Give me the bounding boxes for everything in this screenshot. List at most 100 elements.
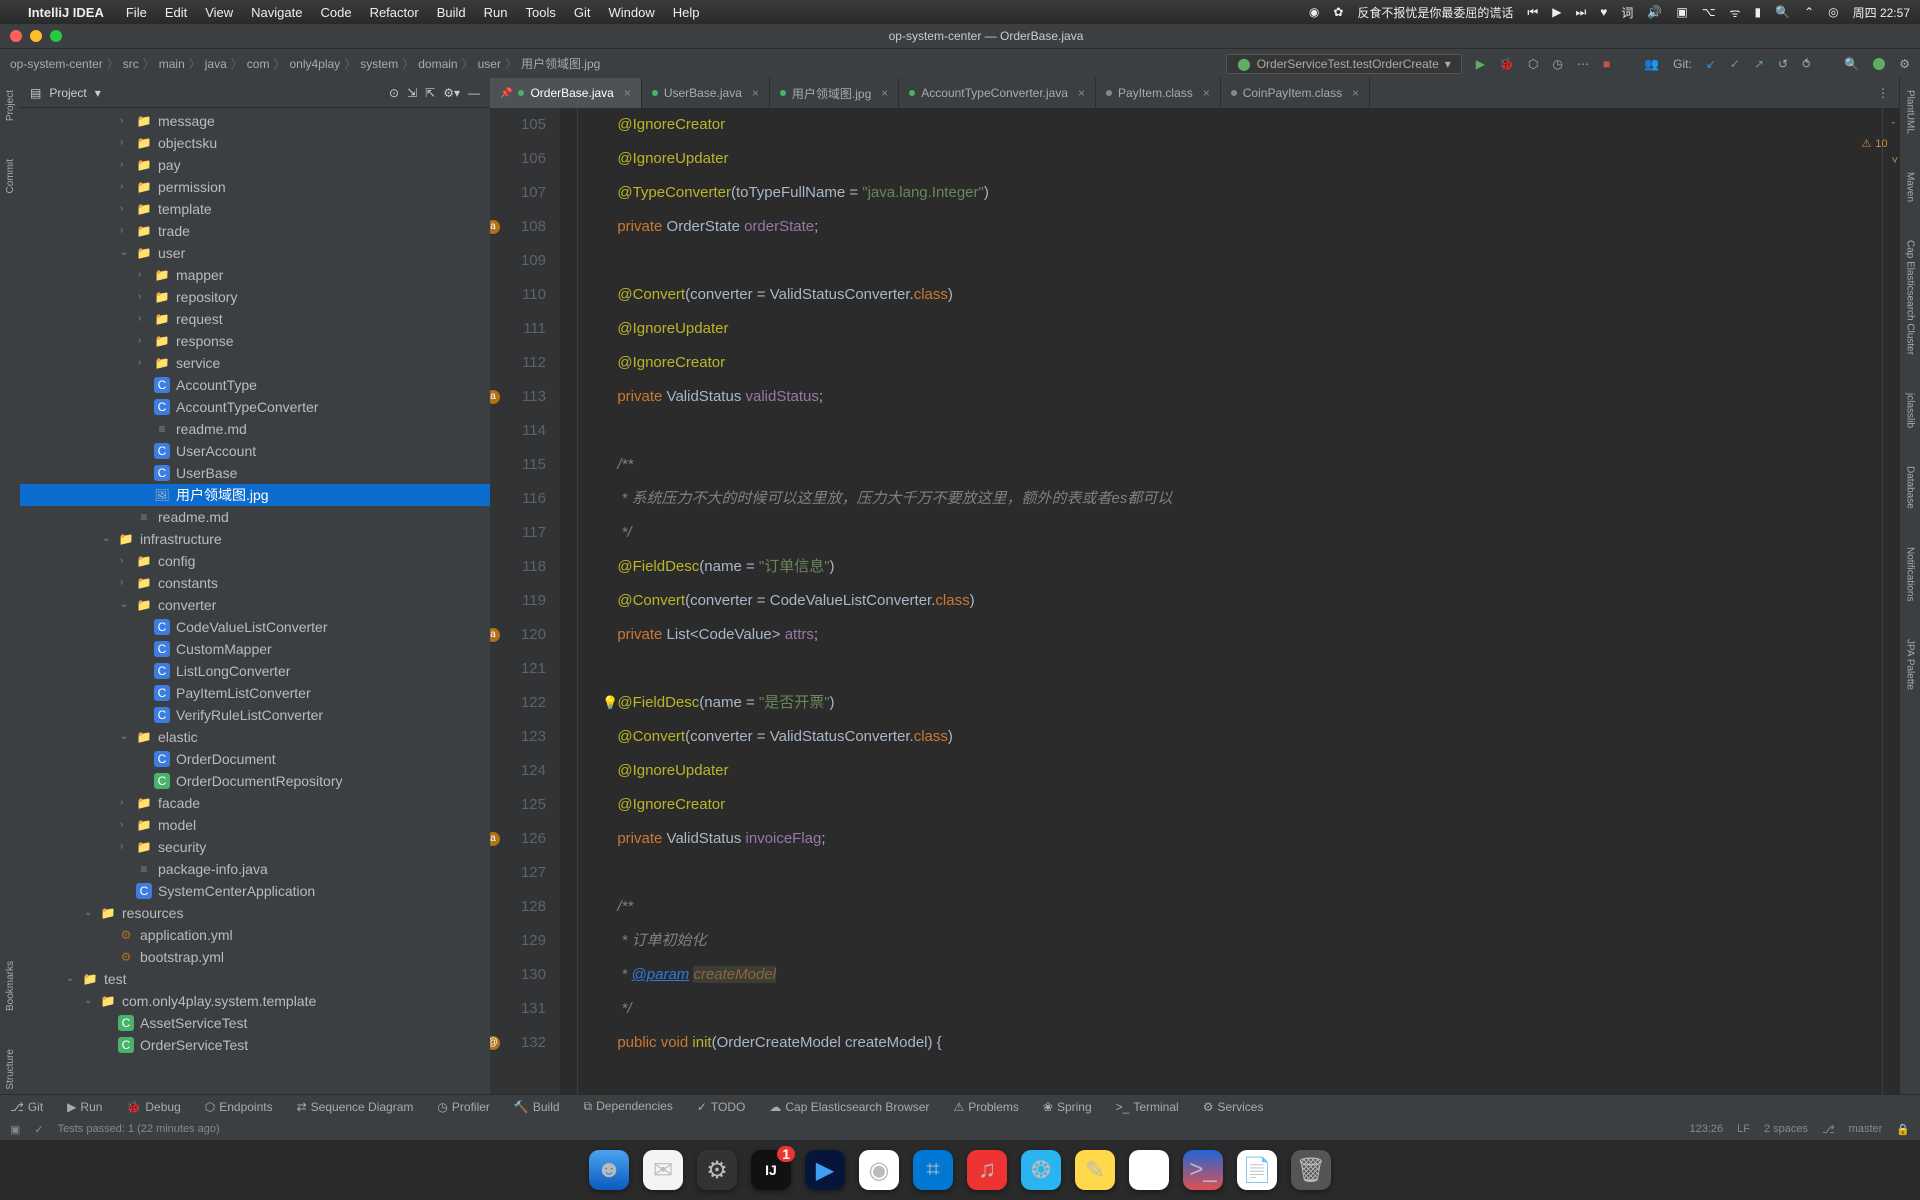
tree-row[interactable]: C SystemCenterApplication [20, 880, 490, 902]
bottom-tool-endpoints[interactable]: ⬡Endpoints [205, 1100, 273, 1114]
tree-row[interactable]: C OrderDocument [20, 748, 490, 770]
line-number[interactable]: 115 [490, 448, 546, 482]
code-line[interactable]: /** [584, 448, 1882, 482]
more-run-icon[interactable]: ⋯ [1577, 57, 1589, 71]
tree-row[interactable]: 🖼 用户领域图.jpg [20, 484, 490, 506]
bottom-tool-profiler[interactable]: ◷Profiler [437, 1100, 490, 1114]
line-separator[interactable]: LF [1737, 1123, 1750, 1135]
line-number[interactable]: a126 [490, 822, 546, 856]
tool-window-toggle-icon[interactable]: ▣ [10, 1123, 20, 1136]
tree-row[interactable]: › 📁 config [20, 550, 490, 572]
bottom-tool-services[interactable]: ⚙Services [1203, 1100, 1264, 1114]
code-line[interactable]: * @param createModel [584, 958, 1882, 992]
rollback-icon[interactable]: ⥀ [1802, 57, 1810, 71]
tree-row[interactable]: ⌄ 📁 user [20, 242, 490, 264]
tree-row[interactable]: › 📁 repository [20, 286, 490, 308]
tree-row[interactable]: › 📁 model [20, 814, 490, 836]
tree-arrow-icon[interactable]: › [138, 286, 148, 308]
gutter-badge-icon[interactable]: a [490, 220, 500, 234]
code-line[interactable]: private ValidStatus invoiceFlag; [584, 822, 1882, 856]
tree-row[interactable]: › 📁 constants [20, 572, 490, 594]
bottom-tool-todo[interactable]: ✓TODO [697, 1100, 746, 1114]
git-branch-icon[interactable]: ⎇ [1822, 1123, 1835, 1136]
search-everywhere-icon[interactable]: 🔍 [1844, 57, 1859, 71]
settings-icon[interactable]: ⚙ [1899, 57, 1910, 71]
tree-arrow-icon[interactable]: › [120, 110, 130, 132]
bottom-tool-spring[interactable]: ❀Spring [1043, 1100, 1092, 1114]
close-tab-icon[interactable]: × [1078, 86, 1085, 100]
tree-row[interactable]: C PayItemListConverter [20, 682, 490, 704]
close-tab-icon[interactable]: × [1203, 86, 1210, 100]
code-line[interactable]: @IgnoreUpdater [584, 754, 1882, 788]
tree-arrow-icon[interactable]: ⌄ [120, 726, 130, 748]
code-line[interactable]: public void init(OrderCreateModel create… [584, 1026, 1882, 1060]
code-line[interactable]: @Convert(converter = CodeValueListConver… [584, 584, 1882, 618]
project-settings-icon[interactable]: ⚙▾ [443, 86, 460, 100]
tree-arrow-icon[interactable]: › [120, 198, 130, 220]
code-editor[interactable]: @IgnoreCreator @IgnoreUpdater @TypeConve… [578, 108, 1882, 1094]
dock-app-note[interactable]: ✎ [1075, 1150, 1115, 1190]
code-line[interactable]: private ValidStatus validStatus; [584, 380, 1882, 414]
code-line[interactable]: @IgnoreCreator [584, 788, 1882, 822]
line-number[interactable]: 110 [490, 278, 546, 312]
maven-tool-button[interactable]: Maven [1905, 168, 1916, 206]
tree-row[interactable]: C CustomMapper [20, 638, 490, 660]
siri-icon[interactable]: ◎ [1828, 5, 1838, 19]
debug-button[interactable]: 🐞 [1499, 57, 1514, 71]
code-line[interactable]: * 订单初始化 [584, 924, 1882, 958]
cap-es-cluster-tool-button[interactable]: Cap Elasticsearch Cluster [1905, 236, 1916, 359]
line-number[interactable]: 122 [490, 686, 546, 720]
bookmarks-tool-button[interactable]: Bookmarks [5, 957, 16, 1015]
battery-icon[interactable]: ▮ [1755, 5, 1762, 19]
tab-dropdown-icon[interactable]: ⋮ [1867, 78, 1900, 108]
code-line[interactable]: private List<CodeValue> attrs; [584, 618, 1882, 652]
prev-icon[interactable]: ⏮ [1527, 5, 1538, 20]
tree-arrow-icon[interactable]: › [120, 814, 130, 836]
gutter-badge-icon[interactable]: a [490, 628, 500, 642]
code-line[interactable] [584, 244, 1882, 278]
bottom-tool-build[interactable]: 🔨Build [514, 1100, 560, 1114]
tree-row[interactable]: ⌄ 📁 com.only4play.system.template [20, 990, 490, 1012]
line-number[interactable]: 105 [490, 108, 546, 142]
line-number[interactable]: 127 [490, 856, 546, 890]
tree-arrow-icon[interactable]: ⌄ [84, 902, 94, 924]
tray-icon-2[interactable]: ⌥ [1702, 5, 1716, 19]
tree-arrow-icon[interactable]: ⌄ [84, 990, 94, 1012]
lyric-icon[interactable]: 词 [1621, 4, 1633, 21]
line-number[interactable]: 130 [490, 958, 546, 992]
notifications-tool-button[interactable]: Notifications [1905, 543, 1916, 605]
app-name[interactable]: IntelliJ IDEA [28, 5, 104, 20]
menu-tools[interactable]: Tools [525, 5, 555, 20]
dock-app-music[interactable]: ♫ [967, 1150, 1007, 1190]
breadcrumb-segment[interactable]: domain [418, 57, 457, 71]
bottom-tool-sequence diagram[interactable]: ⇄Sequence Diagram [297, 1100, 414, 1114]
project-tree[interactable]: › 📁 message › 📁 objectsku › 📁 pay › 📁 pe… [20, 108, 490, 1094]
control-center-icon[interactable]: ⌃ [1804, 5, 1814, 19]
close-window-button[interactable] [10, 30, 22, 42]
expand-all-icon[interactable]: ⇲ [407, 86, 417, 100]
line-number[interactable]: 106 [490, 142, 546, 176]
run-configuration-selector[interactable]: ⬤ OrderServiceTest.testOrderCreate ▾ [1226, 54, 1462, 74]
tree-row[interactable]: › 📁 service [20, 352, 490, 374]
tree-row[interactable]: › 📁 response [20, 330, 490, 352]
indent-setting[interactable]: 2 spaces [1764, 1123, 1808, 1135]
error-stripe[interactable]: ⚠10ˆ ˅ [1882, 108, 1900, 1094]
dock-app-arrow[interactable]: ▶ [805, 1150, 845, 1190]
code-line[interactable]: @FieldDesc(name = "订单信息") [584, 550, 1882, 584]
tree-row[interactable]: ⌄ 📁 infrastructure [20, 528, 490, 550]
tree-arrow-icon[interactable]: › [120, 154, 130, 176]
profile-dot-icon[interactable] [1873, 58, 1885, 70]
breadcrumb-segment[interactable]: main [159, 57, 185, 71]
tree-row[interactable]: › 📁 mapper [20, 264, 490, 286]
line-number[interactable]: a108 [490, 210, 546, 244]
editor-tab[interactable]: AccountTypeConverter.java × [899, 78, 1096, 108]
bottom-tool-debug[interactable]: 🐞Debug [126, 1100, 180, 1114]
menu-view[interactable]: View [205, 5, 233, 20]
tree-row[interactable]: › 📁 request [20, 308, 490, 330]
tree-row[interactable]: ≡ readme.md [20, 418, 490, 440]
gutter-badge-icon[interactable]: a [490, 390, 500, 404]
menu-refactor[interactable]: Refactor [370, 5, 419, 20]
tree-row[interactable]: C OrderDocumentRepository [20, 770, 490, 792]
bottom-tool-run[interactable]: ▶Run [67, 1100, 102, 1114]
menu-window[interactable]: Window [608, 5, 654, 20]
